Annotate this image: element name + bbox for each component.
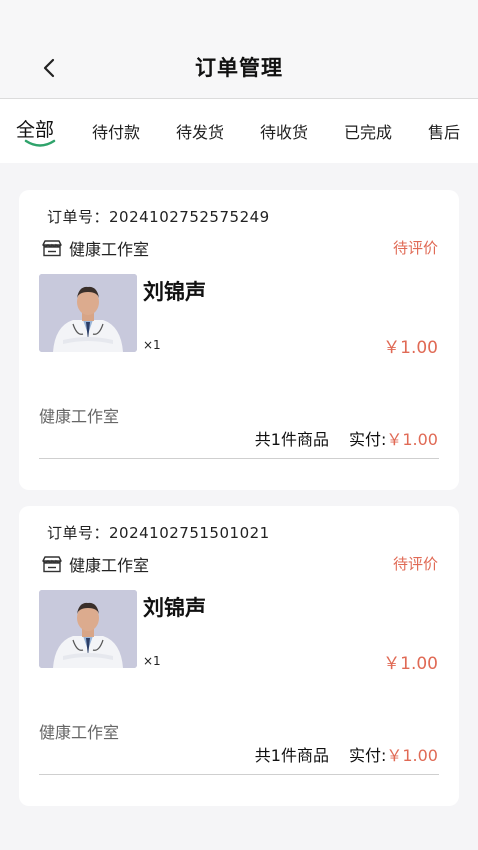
item-count: 共1件商品 bbox=[254, 430, 329, 449]
tab-after-sales[interactable]: 售后 bbox=[428, 119, 460, 143]
product-quantity: ×1 bbox=[143, 338, 161, 352]
order-status-tabs: 全部 待付款 待发货 待收货 已完成 售后 bbox=[0, 99, 478, 163]
product-image[interactable] bbox=[39, 274, 137, 352]
order-card[interactable]: 订单号：2024102751501021 健康工作室 待评价 刘锦声 ×1 ￥1… bbox=[19, 506, 459, 806]
paid-label: 实付: bbox=[348, 430, 387, 449]
card-divider bbox=[39, 458, 439, 459]
product-price: ￥1.00 bbox=[383, 654, 438, 674]
paid-label: 实付: bbox=[348, 746, 387, 765]
product-quantity: ×1 bbox=[143, 654, 161, 668]
paid-amount: ￥1.00 bbox=[386, 746, 438, 765]
product-price: ￥1.00 bbox=[383, 338, 438, 358]
tab-pending-payment[interactable]: 待付款 bbox=[92, 119, 140, 143]
order-summary: 共1件商品 实付:￥1.00 bbox=[255, 426, 438, 450]
order-summary: 共1件商品 实付:￥1.00 bbox=[255, 742, 438, 766]
order-card[interactable]: 订单号：2024102752575249 健康工作室 待评价 刘锦声 ×1 ￥1… bbox=[19, 190, 459, 490]
tab-completed[interactable]: 已完成 bbox=[344, 119, 392, 143]
store-icon bbox=[42, 556, 62, 573]
card-divider bbox=[39, 774, 439, 775]
product-name[interactable]: 刘锦声 bbox=[143, 276, 206, 306]
order-status: 待评价 bbox=[392, 555, 438, 573]
store-name: 健康工作室 bbox=[69, 556, 150, 575]
product-image[interactable] bbox=[39, 590, 137, 668]
order-status: 待评价 bbox=[392, 239, 438, 257]
order-number: 订单号：2024102751501021 bbox=[47, 524, 270, 542]
page-title: 订单管理 bbox=[195, 56, 283, 80]
doctor-photo bbox=[39, 590, 137, 668]
product-name[interactable]: 刘锦声 bbox=[143, 592, 206, 622]
store-name: 健康工作室 bbox=[69, 240, 150, 259]
store-row[interactable]: 健康工作室 bbox=[41, 552, 149, 576]
store-icon bbox=[42, 240, 62, 257]
header-bar: 订单管理 bbox=[0, 0, 478, 98]
order-number: 订单号：2024102752575249 bbox=[47, 208, 270, 226]
item-count: 共1件商品 bbox=[254, 746, 329, 765]
doctor-photo bbox=[39, 274, 137, 352]
tab-pending-receipt[interactable]: 待收货 bbox=[260, 119, 308, 143]
active-tab-indicator bbox=[24, 139, 56, 147]
footer-store-name: 健康工作室 bbox=[39, 723, 120, 742]
paid-amount: ￥1.00 bbox=[386, 430, 438, 449]
store-row[interactable]: 健康工作室 bbox=[41, 236, 149, 260]
footer-store-name: 健康工作室 bbox=[39, 407, 120, 426]
tab-pending-shipment[interactable]: 待发货 bbox=[176, 119, 224, 143]
